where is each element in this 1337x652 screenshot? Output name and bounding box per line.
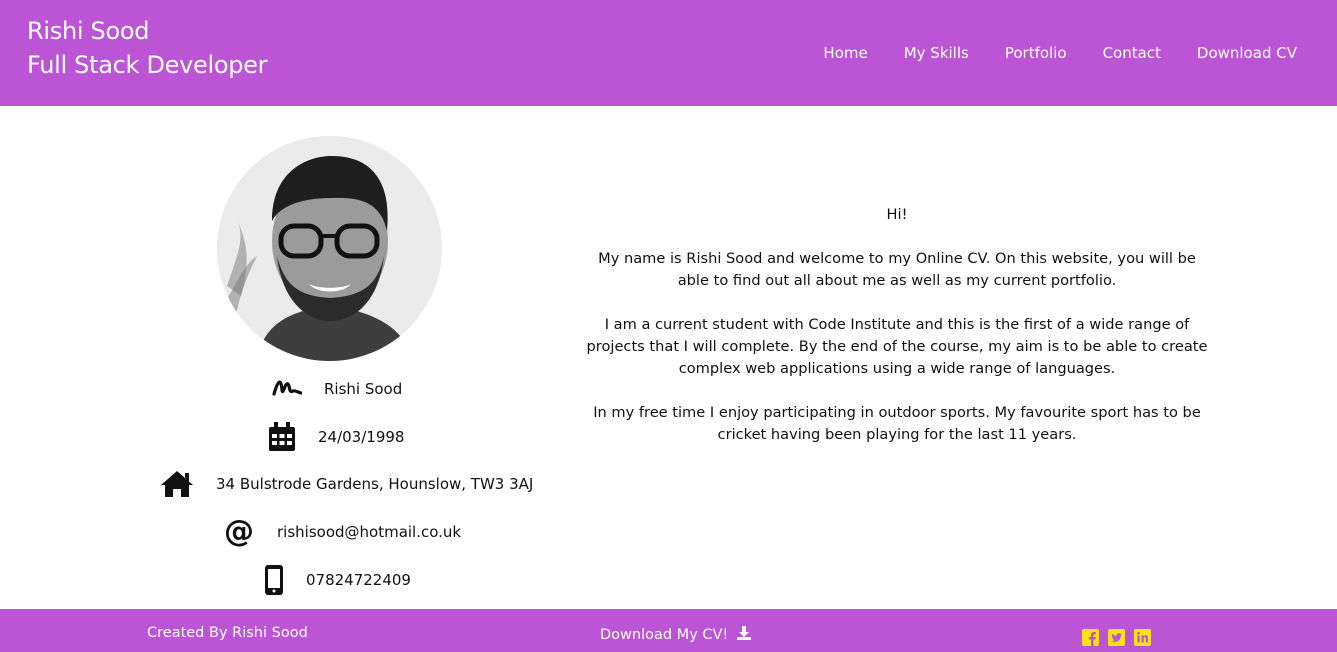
signature-icon [272, 376, 302, 402]
brand-name: Rishi Sood [27, 17, 150, 45]
info-dob: 24/03/1998 [268, 422, 404, 452]
intro-paragraph-1: My name is Rishi Sood and welcome to my … [598, 250, 1196, 289]
profile-photo-illustration [217, 136, 442, 361]
facebook-icon[interactable] [1082, 629, 1099, 650]
info-phone: 07824722409 [264, 564, 411, 596]
intro-paragraph-2: I am a current student with Code Institu… [586, 316, 1208, 377]
calendar-icon [268, 422, 296, 452]
mobile-phone-icon [264, 564, 284, 596]
brand: Rishi Sood Full Stack Developer [27, 14, 267, 82]
main-nav: Home My Skills Portfolio Contact Downloa… [787, 42, 1297, 64]
info-name: Rishi Sood [272, 376, 402, 402]
profile-email[interactable]: rishisood@hotmail.co.uk [277, 523, 461, 541]
info-address: 34 Bulstrode Gardens, Hounslow, TW3 3AJ [160, 470, 533, 498]
profile-name: Rishi Sood [324, 380, 403, 398]
nav-my-skills[interactable]: My Skills [904, 42, 969, 64]
download-cv-label: Download My CV! [600, 627, 729, 643]
nav-download-cv[interactable]: Download CV [1197, 42, 1297, 64]
nav-portfolio[interactable]: Portfolio [1005, 42, 1067, 64]
download-cv-link[interactable]: Download My CV! [600, 625, 752, 645]
download-icon [736, 625, 752, 645]
profile-phone[interactable]: 07824722409 [306, 571, 411, 589]
profile-photo [217, 136, 442, 361]
nav-contact[interactable]: Contact [1103, 42, 1161, 64]
intro-paragraph-3: In my free time I enjoy participating in… [593, 404, 1201, 443]
nav-home[interactable]: Home [823, 42, 867, 64]
profile-address: 34 Bulstrode Gardens, Hounslow, TW3 3AJ [216, 475, 534, 493]
intro-text: Hi! My name is Rishi Sood and welcome to… [582, 204, 1212, 468]
social-links [1082, 629, 1160, 650]
svg-text:@: @ [224, 516, 254, 547]
profile-dob: 24/03/1998 [318, 428, 405, 446]
linkedin-icon[interactable] [1134, 629, 1151, 650]
intro-greeting: Hi! [886, 206, 908, 223]
brand-role: Full Stack Developer [27, 51, 268, 79]
site-header: Rishi Sood Full Stack Developer Home My … [0, 0, 1337, 106]
twitter-icon[interactable] [1108, 629, 1125, 650]
home-icon [160, 470, 194, 498]
at-icon: @ [224, 516, 255, 547]
site-footer: Created By Rishi Sood Download My CV! [0, 609, 1337, 652]
footer-credit: Created By Rishi Sood [147, 625, 308, 641]
info-email: @ rishisood@hotmail.co.uk [224, 516, 461, 547]
